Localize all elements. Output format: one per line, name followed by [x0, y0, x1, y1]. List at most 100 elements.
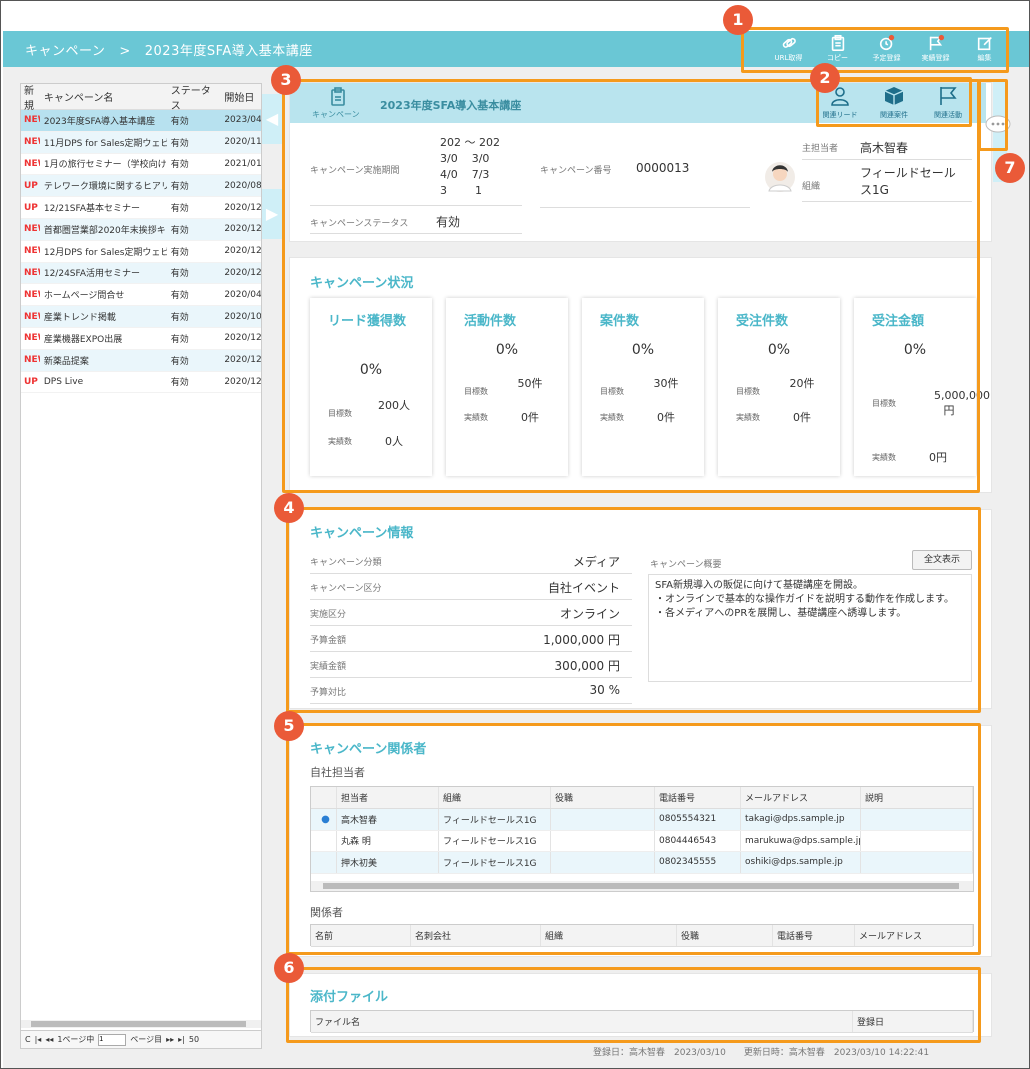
- expand-right-arrow[interactable]: ▶: [262, 189, 282, 239]
- row-flag: NEW: [24, 355, 40, 366]
- list-item[interactable]: NEW産業機器EXPO出展 有効 2020/12: [21, 328, 261, 350]
- col-name[interactable]: キャンペーン名: [40, 89, 167, 104]
- row-name: 12月DPS for Sales定期ウェビ: [43, 247, 167, 258]
- list-item[interactable]: NEW1月の旅行セミナー（学校向け有効 2021/01: [21, 154, 261, 176]
- row-status: 有効: [170, 378, 189, 389]
- list-item[interactable]: UP テレワーク環境に関するヒアリ 有効 2020/08: [21, 175, 261, 198]
- row-name: 産業機器EXPO出展: [43, 334, 123, 345]
- col-date[interactable]: 開始日: [220, 89, 261, 104]
- breadcrumb: キャンペーン >2023年度SFA導入基本講座: [25, 40, 313, 59]
- row-flag: NEW: [24, 246, 40, 257]
- callout-7: 7: [995, 153, 1025, 183]
- list-item[interactable]: NEW産業トレンド掲載 有効 2020/10: [21, 306, 261, 328]
- prev-page-icon[interactable]: ◂◂: [45, 1035, 53, 1044]
- page-input[interactable]: [98, 1033, 127, 1046]
- col-new[interactable]: 新規: [21, 82, 40, 112]
- row-status: 有効: [170, 138, 189, 149]
- row-date: 2020/11: [224, 137, 261, 148]
- list-item[interactable]: NEW12月DPS for Sales定期ウェビ有効 2020/12: [21, 241, 261, 263]
- row-flag: UP: [24, 376, 38, 387]
- callout-5: 5: [274, 711, 304, 741]
- highlight-info: [286, 507, 981, 713]
- row-date: 2020/12: [224, 224, 261, 235]
- pager-text-1: 1ページ中: [57, 1035, 95, 1044]
- list-item[interactable]: UP 12/21SFA基本セミナー 有効 2020/12: [21, 197, 261, 219]
- row-date: 2020/04: [224, 289, 261, 300]
- col-status[interactable]: ステータス: [167, 82, 221, 112]
- row-date: 2020/12: [224, 355, 261, 366]
- callout-3: 3: [271, 65, 301, 95]
- last-page-icon[interactable]: ▸|: [178, 1035, 185, 1044]
- row-date: 2021/01: [224, 158, 261, 169]
- row-date: 2023/04: [224, 115, 261, 126]
- row-date: 2020/12: [224, 267, 261, 278]
- row-status: 有効: [170, 204, 189, 215]
- list-item[interactable]: UP DPS Live 有効 2020/12: [21, 372, 261, 394]
- list-item[interactable]: NEW12/24SFA活用セミナー 有効 2020/12: [21, 262, 261, 285]
- list-item[interactable]: NEW2023年度SFA導入基本講座 有効 2023/04: [21, 110, 261, 132]
- row-name: 新薬品提案: [43, 356, 89, 367]
- refresh-icon[interactable]: C: [25, 1035, 31, 1044]
- highlight-files: [286, 967, 981, 1043]
- row-name: テレワーク環境に関するヒアリ: [43, 182, 167, 193]
- row-flag: NEW: [24, 137, 40, 148]
- row-flag: NEW: [24, 333, 40, 344]
- row-name: 2023年度SFA導入基本講座: [43, 116, 155, 127]
- row-date: 2020/12: [224, 246, 261, 257]
- campaign-list-body: NEW2023年度SFA導入基本講座有効2023/04NEW11月DPS for…: [21, 110, 261, 394]
- next-page-icon[interactable]: ▸▸: [166, 1035, 174, 1044]
- row-status: 有効: [170, 160, 189, 171]
- page-size[interactable]: 50: [189, 1035, 199, 1044]
- first-page-icon[interactable]: |◂: [35, 1035, 42, 1044]
- row-date: 2020/12: [224, 202, 261, 213]
- pager: C |◂ ◂◂ 1ページ中 ページ目 ▸▸ ▸| 50: [21, 1030, 261, 1048]
- hscroll-thumb[interactable]: [31, 1021, 246, 1027]
- row-name: 産業トレンド掲載: [43, 313, 116, 324]
- list-hscrollbar[interactable]: [21, 1020, 261, 1028]
- row-flag: NEW: [24, 311, 40, 322]
- callout-6: 6: [274, 953, 304, 983]
- row-name: 12/24SFA活用セミナー: [43, 269, 141, 280]
- row-name: 11月DPS for Sales定期ウェビ: [43, 138, 167, 149]
- row-status: 有効: [170, 225, 189, 236]
- row-date: 2020/12: [224, 333, 261, 344]
- row-name: 1月の旅行セミナー（学校向け: [43, 160, 167, 171]
- registered-info: 登録日：高木智春 2023/03/10: [593, 1048, 726, 1058]
- row-flag: NEW: [24, 115, 40, 126]
- list-item[interactable]: NEW新薬品提案 有効 2020/12: [21, 349, 261, 372]
- row-flag: UP: [24, 180, 38, 191]
- row-name: 12/21SFA基本セミナー: [43, 204, 141, 215]
- footer-meta: 登録日：高木智春 2023/03/10 更新日時：高木智春 2023/03/10…: [593, 1045, 929, 1058]
- row-status: 有効: [170, 116, 189, 127]
- window-frame: キャンペーン >2023年度SFA導入基本講座 URL取得 コピー 予定登録 実績…: [0, 0, 1030, 1069]
- breadcrumb-root[interactable]: キャンペーン: [25, 40, 105, 59]
- callout-1: 1: [723, 5, 753, 35]
- row-status: 有効: [170, 313, 189, 324]
- row-flag: NEW: [24, 267, 40, 278]
- campaign-list-panel: 新規 キャンペーン名 ステータス 開始日 NEW2023年度SFA導入基本講座有…: [20, 83, 262, 1049]
- updated-info: 更新日時：高木智春 2023/03/10 14:22:41: [743, 1048, 930, 1058]
- row-status: 有効: [170, 182, 189, 193]
- row-date: 2020/08: [224, 180, 261, 191]
- row-status: 有効: [170, 334, 189, 345]
- campaign-list-header: 新規 キャンペーン名 ステータス 開始日: [21, 82, 261, 112]
- row-flag: NEW: [24, 289, 40, 300]
- row-status: 有効: [170, 269, 189, 280]
- collapse-left-arrow[interactable]: ◀: [262, 94, 282, 144]
- row-name: 首都圏営業部2020年末挨拶キ: [43, 225, 166, 236]
- list-item[interactable]: NEW11月DPS for Sales定期ウェビ有効 2020/11: [21, 131, 261, 154]
- callout-4: 4: [274, 493, 304, 523]
- highlight-toolbar: [741, 27, 1009, 73]
- list-item[interactable]: NEW首都圏営業部2020年末挨拶キ有効 2020/12: [21, 218, 261, 241]
- callout-2: 2: [810, 63, 840, 93]
- highlight-members: [286, 723, 981, 955]
- highlight-side: [978, 79, 1008, 151]
- row-name: ホームページ問合せ: [43, 291, 125, 302]
- row-flag: NEW: [24, 158, 40, 169]
- row-flag: UP: [24, 202, 38, 213]
- page-title: 2023年度SFA導入基本講座: [144, 44, 313, 59]
- row-status: 有効: [170, 356, 189, 367]
- list-item[interactable]: NEWホームページ問合せ 有効 2020/04: [21, 284, 261, 307]
- breadcrumb-separator: >: [119, 44, 131, 59]
- pager-text-2: ページ目: [130, 1035, 163, 1044]
